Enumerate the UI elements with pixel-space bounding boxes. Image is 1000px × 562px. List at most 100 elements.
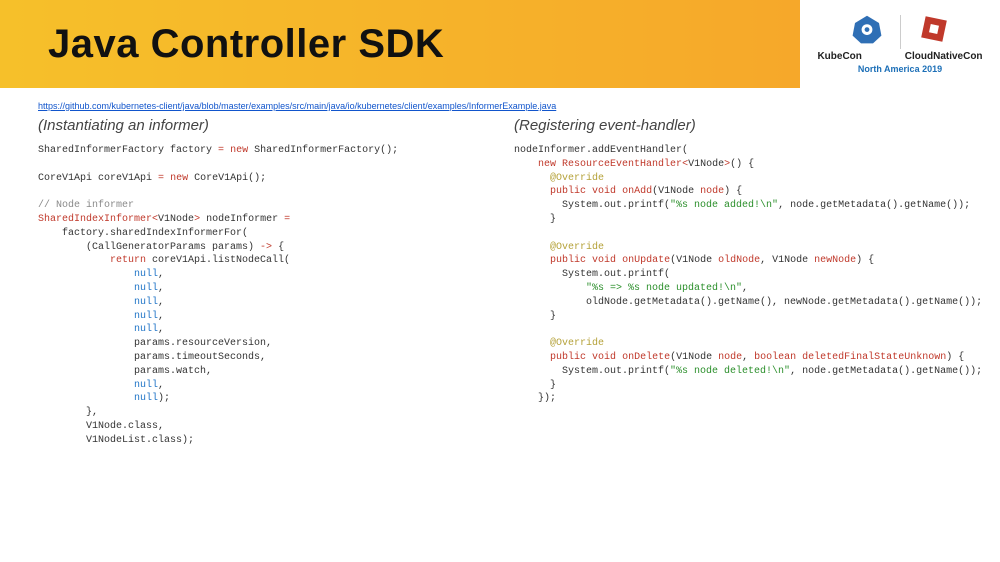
code-token: boolean	[754, 352, 796, 363]
logo-icons-row	[852, 14, 949, 49]
code-token: new	[170, 173, 188, 184]
code-token: () {	[730, 159, 754, 170]
code-token	[514, 186, 550, 197]
code-token: (V1Node	[670, 255, 718, 266]
right-column: (Registering event-handler) nodeInformer…	[514, 117, 962, 448]
code-token: }	[514, 214, 556, 225]
code-token: V1Node	[688, 159, 724, 170]
code-token: newNode	[814, 255, 856, 266]
left-code-block: SharedInformerFactory factory = new Shar…	[38, 144, 486, 448]
code-token: coreV1Api.listNodeCall(	[146, 255, 290, 266]
code-token: void	[592, 186, 616, 197]
code-token: ,	[158, 324, 164, 335]
left-heading: (Instantiating an informer)	[38, 117, 486, 134]
code-token	[38, 283, 134, 294]
code-token	[38, 380, 134, 391]
code-token	[38, 324, 134, 335]
code-token: ,	[742, 352, 754, 363]
code-token: onAdd	[622, 186, 652, 197]
code-token: new	[230, 145, 248, 156]
code-token: System.out.printf(	[514, 366, 670, 377]
right-code-block: nodeInformer.addEventHandler( new Resour…	[514, 144, 962, 406]
code-token: deletedFinalStateUnknown	[802, 352, 946, 363]
code-token: nodeInformer	[200, 214, 284, 225]
code-token	[514, 173, 550, 184]
code-token: ) {	[946, 352, 964, 363]
code-token: System.out.printf(	[514, 200, 670, 211]
code-token: }	[514, 311, 556, 322]
code-token: params.watch,	[38, 366, 212, 377]
code-token: ,	[158, 269, 164, 280]
right-heading: (Registering event-handler)	[514, 117, 962, 134]
code-token: ) {	[724, 186, 742, 197]
code-token: }	[514, 380, 556, 391]
code-token: null	[134, 324, 158, 335]
code-token: (V1Node	[652, 186, 700, 197]
code-token: V1Node	[158, 214, 194, 225]
columns: (Instantiating an informer) SharedInform…	[38, 117, 962, 448]
cloudnativecon-label: CloudNativeCon	[905, 51, 983, 62]
code-token: );	[158, 393, 170, 404]
code-token: (V1Node	[670, 352, 718, 363]
logo-divider	[900, 15, 901, 49]
code-token: {	[272, 242, 284, 253]
code-token: params.resourceVersion,	[38, 338, 272, 349]
code-token	[514, 255, 550, 266]
code-token	[514, 283, 586, 294]
code-token: (CallGeneratorParams params)	[38, 242, 260, 253]
code-token: "%s => %s node updated!\n"	[586, 283, 742, 294]
code-token: null	[134, 393, 158, 404]
code-token: });	[514, 393, 556, 404]
code-token: V1Node.class,	[38, 421, 164, 432]
code-token: void	[592, 352, 616, 363]
code-token: ,	[158, 283, 164, 294]
code-comment: // Node informer	[38, 200, 134, 211]
code-token	[38, 297, 134, 308]
code-token: ,	[158, 311, 164, 322]
code-token	[514, 242, 550, 253]
code-token: @Override	[550, 173, 604, 184]
kubecon-icon	[852, 14, 882, 49]
code-token: public	[550, 352, 586, 363]
event-subtitle: North America 2019	[858, 64, 942, 74]
code-token: },	[38, 407, 98, 418]
slide-body: https://github.com/kubernetes-client/jav…	[0, 88, 1000, 448]
logo-labels: KubeCon CloudNativeCon	[806, 51, 994, 62]
code-token: null	[134, 311, 158, 322]
code-token: return	[110, 255, 146, 266]
code-token	[514, 159, 538, 170]
code-token: ->	[260, 242, 272, 253]
code-token	[38, 269, 134, 280]
code-token: =	[284, 214, 290, 225]
code-token: onDelete	[622, 352, 670, 363]
code-token: node	[700, 186, 724, 197]
code-token	[514, 352, 550, 363]
code-token: ,	[158, 380, 164, 391]
code-token: null	[134, 297, 158, 308]
left-column: (Instantiating an informer) SharedInform…	[38, 117, 486, 448]
code-token: ) {	[856, 255, 874, 266]
code-token: , node.getMetadata().getName());	[790, 366, 982, 377]
code-token: , V1Node	[760, 255, 814, 266]
code-token: CoreV1Api coreV1Api	[38, 173, 158, 184]
code-token: params.timeoutSeconds,	[38, 352, 266, 363]
code-token: ,	[742, 283, 748, 294]
code-token: onUpdate	[622, 255, 670, 266]
code-token: @Override	[550, 242, 604, 253]
code-token	[38, 393, 134, 404]
code-token: "%s node deleted!\n"	[670, 366, 790, 377]
code-token	[514, 338, 550, 349]
code-token: SharedInformerFactory();	[248, 145, 398, 156]
code-token: public	[550, 186, 586, 197]
slide-title: Java Controller SDK	[0, 22, 444, 67]
kubecon-label: KubeCon	[817, 51, 861, 62]
code-token: nodeInformer.addEventHandler(	[514, 145, 688, 156]
code-token: SharedInformerFactory factory	[38, 145, 218, 156]
code-token: , node.getMetadata().getName());	[778, 200, 970, 211]
code-token: System.out.printf(	[514, 269, 670, 280]
code-token: new	[538, 159, 556, 170]
code-token: ,	[158, 297, 164, 308]
slide-header: Java Controller SDK KubeCon CloudNativeC…	[0, 0, 1000, 88]
source-link[interactable]: https://github.com/kubernetes-client/jav…	[38, 101, 556, 111]
code-token: ResourceEventHandler	[556, 159, 682, 170]
